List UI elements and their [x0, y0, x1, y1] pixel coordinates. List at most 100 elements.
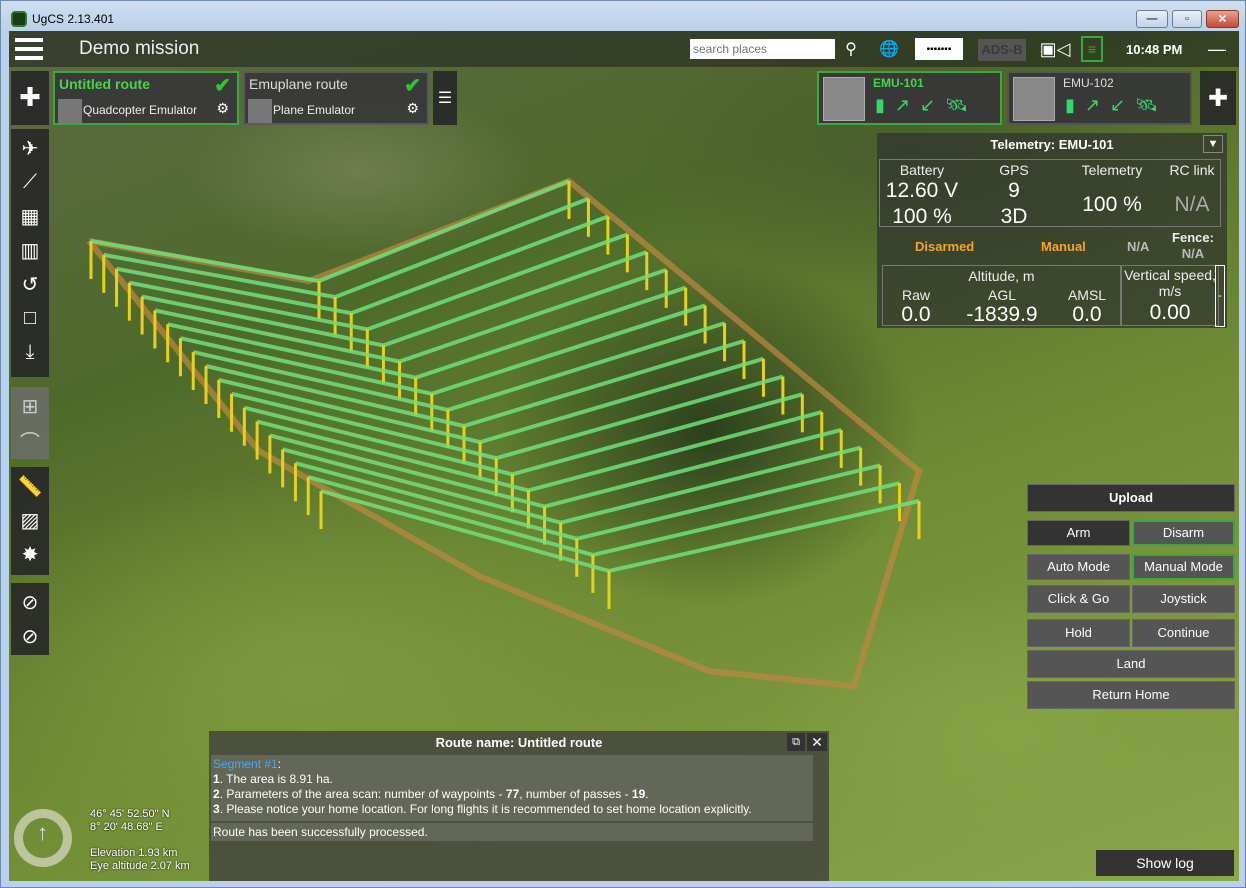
- fence-label: Fence:: [1172, 230, 1214, 245]
- line-number: 2: [213, 787, 220, 801]
- quadcopter-thumbnail: [823, 77, 865, 121]
- show-log-button[interactable]: Show log: [1096, 850, 1234, 876]
- message-body: Segment #1: 1. The area is 8.91 ha. 2. P…: [211, 755, 813, 821]
- ruler-icon[interactable]: 📏: [11, 469, 49, 503]
- copy-icon[interactable]: ⧉: [787, 733, 805, 751]
- quadcopter-thumbnail: [58, 99, 82, 123]
- globe-icon[interactable]: 🌐: [879, 39, 899, 59]
- status-na: N/A: [1127, 239, 1150, 254]
- photogrammetry-icon[interactable]: ▥: [11, 233, 49, 267]
- clear-tools-toolbar: ⊘ ⊘: [11, 583, 49, 655]
- telemetry-dropdown-icon[interactable]: ▼: [1203, 135, 1223, 153]
- app-logo-icon: [11, 11, 27, 27]
- downlink-icon: ↙: [920, 95, 936, 115]
- check-icon: ✔: [404, 75, 421, 97]
- vehicle-name: EMU-101: [873, 76, 924, 90]
- search-input[interactable]: [690, 39, 835, 59]
- hold-button[interactable]: Hold: [1027, 619, 1130, 647]
- fence-value: N/A: [1181, 246, 1205, 261]
- landing-icon[interactable]: ⤓: [11, 335, 49, 369]
- telemetry-value: 100 %: [1082, 193, 1142, 216]
- return-home-button[interactable]: Return Home: [1027, 681, 1235, 709]
- route-card-emuplane[interactable]: Emuplane route Plane Emulator ✔ ⚙: [243, 71, 429, 125]
- segment-link[interactable]: Segment #1: [213, 757, 278, 771]
- joystick-button[interactable]: Joystick: [1132, 585, 1235, 613]
- gps-label: GPS: [999, 162, 1029, 178]
- line-number: 1: [213, 772, 220, 786]
- latitude: 46° 45' 52.50" N: [90, 808, 170, 820]
- gps-fix: 3D: [1000, 205, 1028, 228]
- close-icon[interactable]: ✕: [807, 733, 827, 751]
- window-title: UgCS 2.13.401: [32, 12, 115, 26]
- vehicle-card-emu101[interactable]: EMU-101 ▮ ↗ ↙ 🛰: [817, 71, 1002, 125]
- elevation: Elevation 1.93 km: [90, 847, 178, 859]
- continue-button[interactable]: Continue: [1132, 619, 1235, 647]
- telemetry-title: Telemetry: EMU-101: [990, 137, 1114, 152]
- edit-tools-toolbar: ⊞ ⌒: [11, 387, 49, 459]
- disarm-button[interactable]: Disarm: [1132, 520, 1235, 546]
- land-button[interactable]: Land: [1027, 650, 1235, 678]
- curve-icon[interactable]: ⌒: [11, 423, 49, 457]
- amsl-value: 0.0: [1072, 303, 1102, 326]
- maximize-button[interactable]: ▫: [1172, 10, 1202, 28]
- raw-label: Raw: [901, 287, 930, 303]
- raw-value: 0.0: [901, 303, 931, 326]
- waypoint-path-icon[interactable]: ⟋: [11, 165, 49, 199]
- check-icon: ✔: [214, 75, 231, 97]
- clock: 10:48 PM: [1126, 42, 1183, 57]
- vehicle-card-emu102[interactable]: EMU-102 ▮ ↗ ↙ 🛰: [1007, 71, 1192, 125]
- clear-selection-icon[interactable]: ⊘: [11, 585, 49, 619]
- route-name: Emuplane route: [249, 76, 348, 92]
- map-3d-view[interactable]: Demo mission ⚲ 🌐 ▪▪▪▪▪▪▪ ADS-B ▣◁ ≡ 10:4…: [9, 31, 1239, 881]
- log-document-icon[interactable]: ≡: [1081, 36, 1103, 62]
- video-icon[interactable]: ▣◁: [1039, 38, 1071, 60]
- map-tools-toolbar: 📏 ▨ ✸: [11, 467, 49, 575]
- route-list-dropdown[interactable]: ☰: [433, 71, 457, 125]
- minimize-button[interactable]: —: [1136, 10, 1168, 28]
- arm-button[interactable]: Arm: [1027, 520, 1130, 546]
- keyboard-icon[interactable]: ▪▪▪▪▪▪▪: [915, 38, 963, 60]
- route-tools-toolbar: ✈ ⟋ ▦ ▥ ↺ □ ⤓: [11, 129, 49, 377]
- uplink-icon: ↗: [894, 95, 910, 115]
- close-button[interactable]: ✕: [1206, 10, 1239, 28]
- add-vehicle-button[interactable]: ✚: [1200, 71, 1236, 125]
- auto-mode-button[interactable]: Auto Mode: [1027, 554, 1130, 580]
- manual-mode-button[interactable]: Manual Mode: [1132, 554, 1235, 580]
- adsb-button[interactable]: ADS-B: [978, 39, 1026, 61]
- eye-altitude: Eye altitude 2.07 km: [90, 860, 190, 872]
- route-message-panel: Route name: Untitled route ⧉ ✕ Segment #…: [209, 731, 829, 881]
- agl-label: AGL: [987, 287, 1016, 303]
- waypoint-count: 77: [505, 787, 520, 801]
- compass[interactable]: ↑: [14, 809, 72, 867]
- takeoff-icon[interactable]: ✈: [11, 131, 49, 165]
- add-point-icon[interactable]: ⊞: [11, 389, 49, 423]
- uplink-icon: ↗: [1084, 95, 1100, 115]
- route-card-untitled[interactable]: Untitled route Quadcopter Emulator ✔ ⚙: [53, 71, 239, 125]
- pass-count: 19: [631, 787, 646, 801]
- battery-label: Battery: [899, 162, 945, 178]
- click-go-button[interactable]: Click & Go: [1027, 585, 1130, 613]
- cancel-icon[interactable]: ⊘: [11, 619, 49, 653]
- collapse-icon[interactable]: —: [1207, 39, 1227, 59]
- top-bar: Demo mission ⚲ 🌐 ▪▪▪▪▪▪▪ ADS-B ▣◁ ≡ 10:4…: [9, 31, 1239, 67]
- downlink-icon: ↙: [1110, 95, 1126, 115]
- light-icon[interactable]: ✸: [11, 537, 49, 571]
- perimeter-icon[interactable]: □: [11, 301, 49, 335]
- area-scan-icon[interactable]: ▦: [11, 199, 49, 233]
- vertical-speed-label: Vertical speed,: [1124, 267, 1216, 283]
- message-title: Route name: Untitled route: [435, 735, 603, 750]
- upload-button[interactable]: Upload: [1027, 484, 1235, 512]
- message-line: . The area is 8.91 ha.: [219, 772, 333, 786]
- longitude: 8° 20' 48.68" E: [90, 821, 163, 833]
- add-route-button[interactable]: ✚: [11, 71, 49, 125]
- vertical-speed-value: 0.00: [1149, 301, 1191, 324]
- search-icon[interactable]: ⚲: [841, 39, 861, 59]
- route-vehicle: Plane Emulator: [273, 103, 356, 117]
- settings-gears-icon[interactable]: ⚙: [406, 100, 419, 117]
- menu-icon[interactable]: [15, 38, 43, 60]
- rc-link-value: N/A: [1174, 193, 1210, 216]
- no-fly-zone-icon[interactable]: ▨: [11, 503, 49, 537]
- settings-gears-icon[interactable]: ⚙: [216, 100, 229, 117]
- circle-icon[interactable]: ↺: [11, 267, 49, 301]
- plane-thumbnail: [1013, 77, 1055, 121]
